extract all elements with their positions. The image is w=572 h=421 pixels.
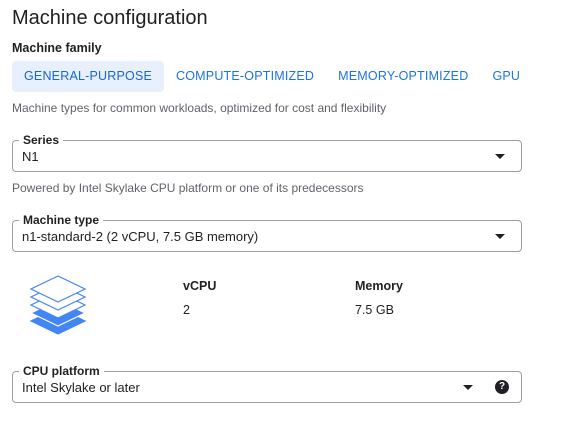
tab-memory-optimized[interactable]: MEMORY-OPTIMIZED [326,61,480,92]
series-select[interactable]: Series N1 [12,133,522,172]
machine-family-label: Machine family [12,41,102,55]
machine-family-tabs: GENERAL-PURPOSE COMPUTE-OPTIMIZED MEMORY… [12,61,532,92]
series-label: Series [19,133,64,147]
vcpu-value: 2 [183,303,190,317]
machine-type-label: Machine type [19,213,104,227]
machine-type-value: n1-standard-2 (2 vCPU, 7.5 GB memory) [22,229,259,244]
memory-label: Memory [355,279,403,293]
tab-general-purpose[interactable]: GENERAL-PURPOSE [12,61,165,92]
cpu-platform-select[interactable]: CPU platform Intel Skylake or later ? [12,364,522,403]
vcpu-label: vCPU [183,279,217,293]
memory-value: 7.5 GB [355,303,394,317]
cpu-platform-value: Intel Skylake or later [22,380,140,395]
cpu-platform-label: CPU platform [19,364,104,378]
dropdown-arrow-icon [463,385,473,390]
tab-compute-optimized[interactable]: COMPUTE-OPTIMIZED [164,61,326,92]
dropdown-arrow-icon [495,154,505,159]
help-icon[interactable]: ? [495,380,509,394]
series-helper-text: Powered by Intel Skylake CPU platform or… [12,181,364,195]
page-title: Machine configuration [12,7,208,29]
tab-gpu[interactable]: GPU [480,61,532,92]
machine-family-description: Machine types for common workloads, opti… [12,101,387,115]
dropdown-arrow-icon [495,234,505,239]
series-value: N1 [22,149,39,164]
machine-type-select[interactable]: Machine type n1-standard-2 (2 vCPU, 7.5 … [12,213,522,252]
layers-stack-icon [28,274,88,336]
